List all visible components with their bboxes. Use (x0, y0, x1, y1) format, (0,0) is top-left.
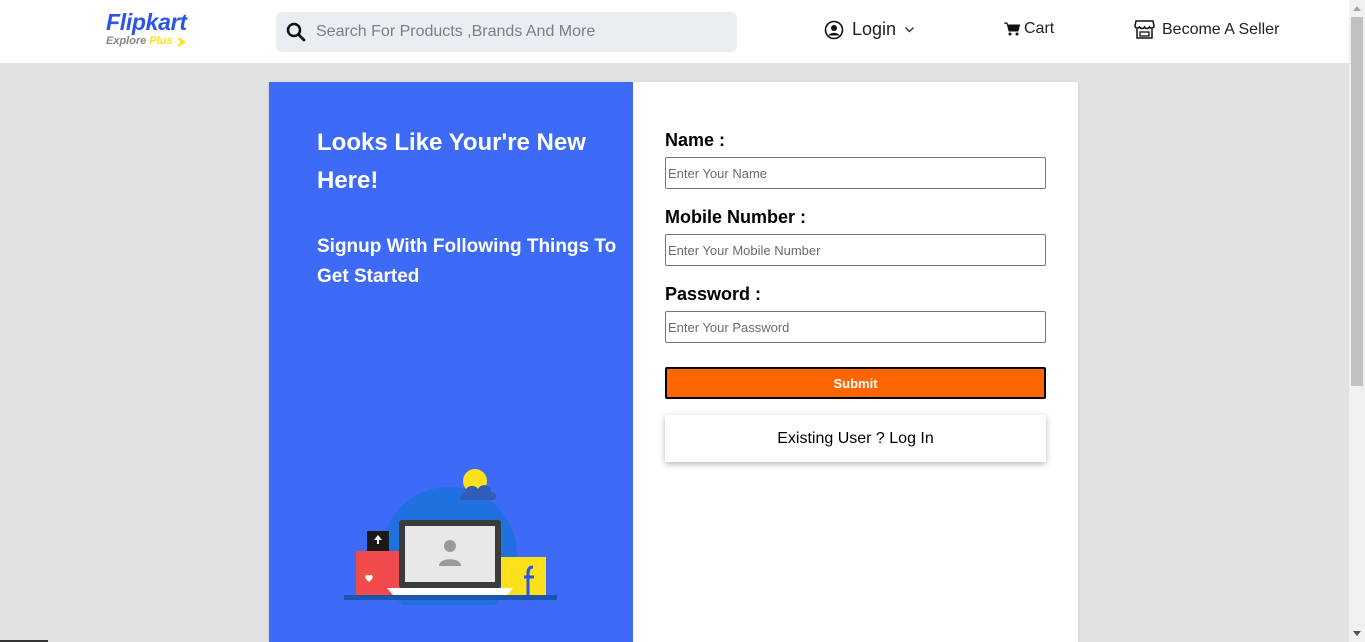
login-label: Login (852, 19, 897, 39)
logo-explore-text: Explore (106, 35, 147, 47)
search-bar[interactable] (276, 12, 737, 52)
panel-title: Looks Like Your're New Here! (317, 129, 586, 194)
password-label: Password : (665, 284, 762, 304)
become-seller-link[interactable]: Become A Seller (1134, 20, 1279, 39)
password-field[interactable] (665, 311, 1046, 343)
scroll-up-arrow-icon[interactable] (1349, 0, 1365, 16)
logo-text: Flipkart (106, 9, 187, 35)
signup-card: Looks Like Your're New Here! Signup With… (269, 82, 1078, 642)
mobile-label: Mobile Number : (665, 207, 807, 227)
name-label: Name : (665, 130, 726, 150)
chevron-down-icon (905, 27, 915, 33)
plus-icon (177, 36, 186, 47)
login-menu[interactable]: Login (824, 19, 915, 40)
info-panel: Looks Like Your're New Here! Signup With… (269, 82, 633, 642)
store-icon (1134, 20, 1155, 39)
logo-subtext: Explore Plus (106, 35, 187, 48)
cart-icon (1004, 22, 1020, 36)
submit-button[interactable]: Submit (665, 367, 1046, 399)
scrollbar-thumb[interactable] (1351, 17, 1363, 386)
cart-label: Cart (1024, 20, 1055, 37)
flipkart-logo[interactable]: Flipkart Explore Plus (106, 9, 187, 48)
user-icon (824, 20, 844, 39)
search-input[interactable] (316, 23, 716, 41)
seller-label: Become A Seller (1162, 20, 1280, 38)
name-field[interactable] (665, 157, 1046, 189)
cart-link[interactable]: Cart (1004, 20, 1054, 38)
vertical-scrollbar[interactable] (1349, 0, 1365, 642)
signup-illustration (344, 469, 557, 605)
top-header: Flipkart Explore Plus Login (0, 0, 1349, 63)
panel-subtitle: Signup With Following Things To Get Star… (317, 236, 617, 287)
scroll-down-arrow-icon[interactable] (1349, 626, 1365, 642)
existing-user-login-button[interactable]: Existing User ? Log In (665, 415, 1046, 462)
logo-plus-text: Plus (149, 35, 173, 47)
search-icon[interactable] (286, 22, 306, 42)
mobile-field[interactable] (665, 234, 1046, 266)
